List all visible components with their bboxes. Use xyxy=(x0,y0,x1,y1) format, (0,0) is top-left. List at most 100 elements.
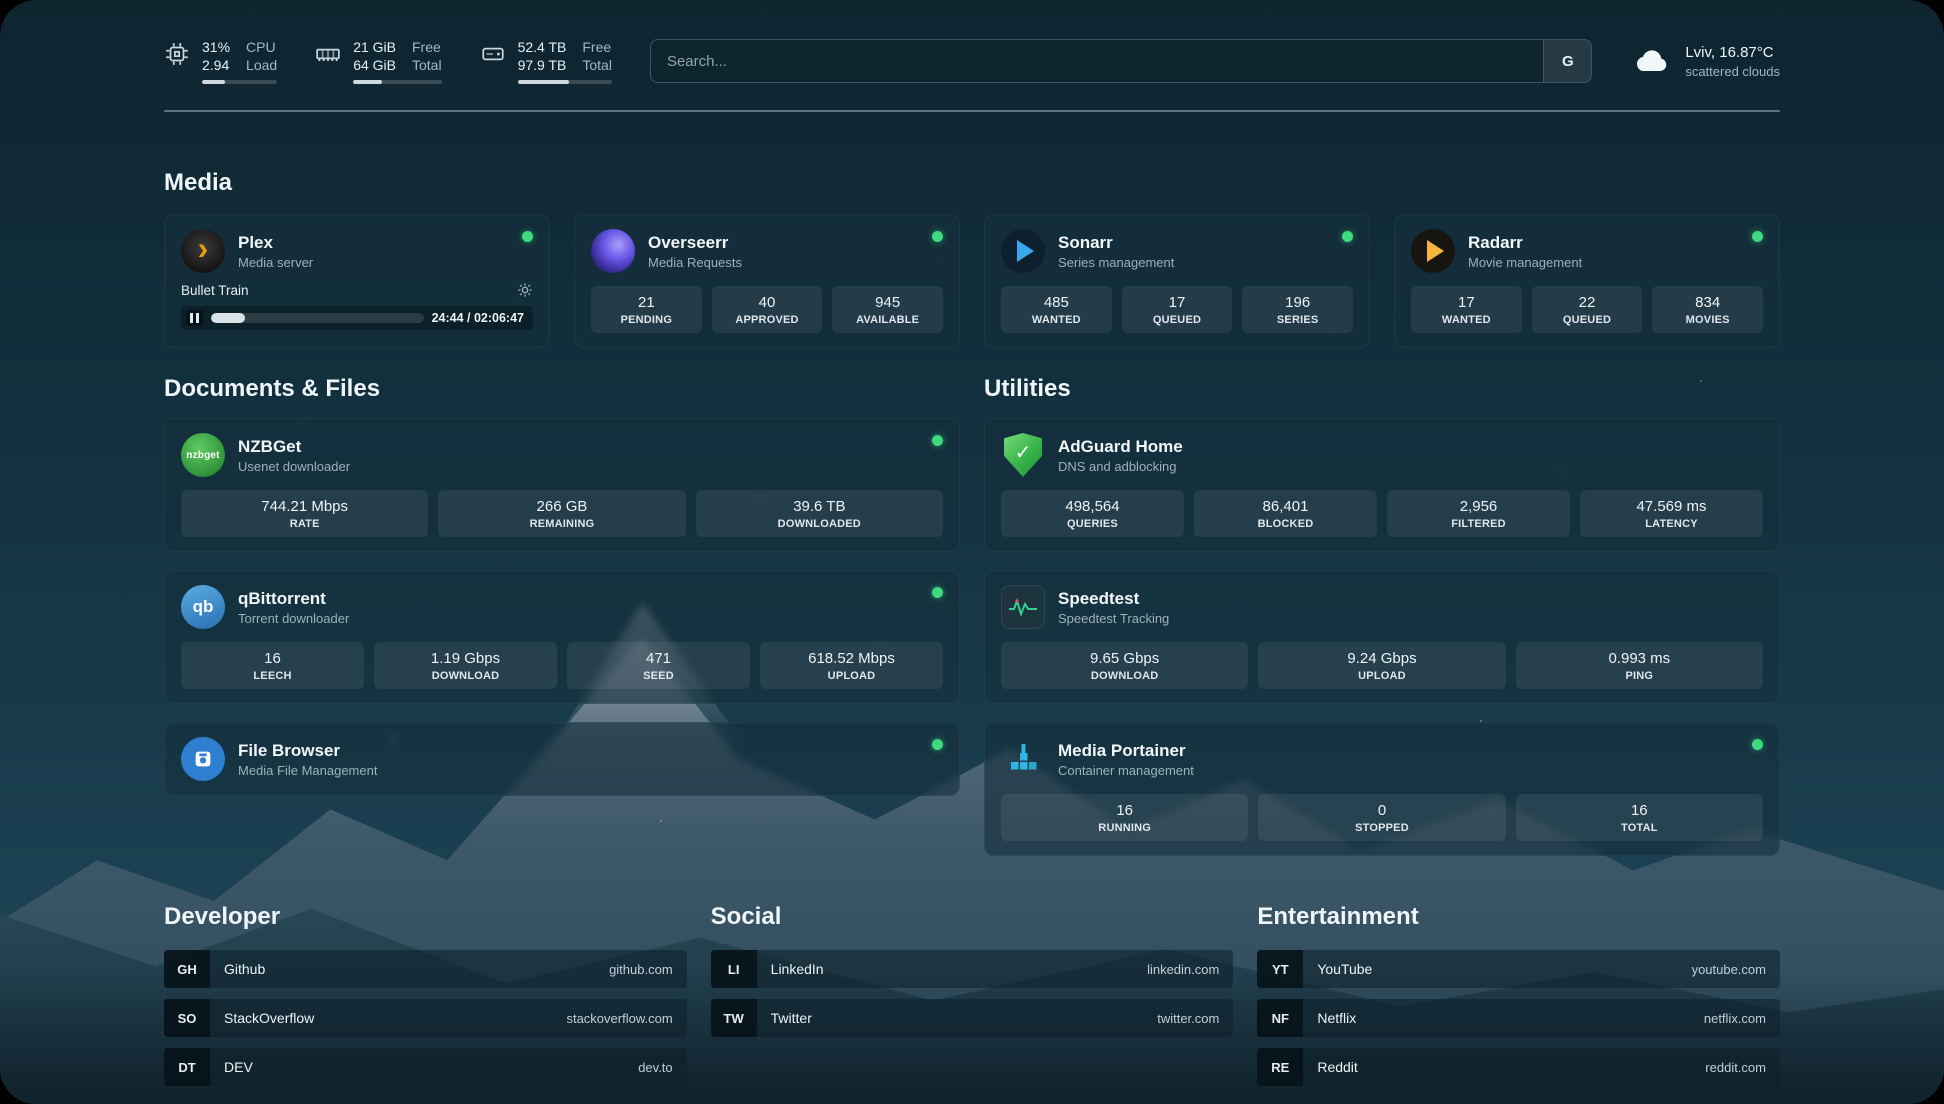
section-title-utilities: Utilities xyxy=(984,374,1780,404)
stat-approved: 40APPROVED xyxy=(712,286,823,333)
card-overseerr[interactable]: Overseerr Media Requests 21PENDING 40APP… xyxy=(574,214,960,348)
app-subtitle: Media File Management xyxy=(238,763,377,778)
card-speedtest[interactable]: Speedtest Speedtest Tracking 9.65 GbpsDO… xyxy=(984,570,1780,704)
bookmark-name: Github xyxy=(224,961,265,977)
status-dot xyxy=(1752,739,1763,750)
app-name: AdGuard Home xyxy=(1058,436,1183,457)
search-input[interactable] xyxy=(651,40,1543,82)
stat-running: 16RUNNING xyxy=(1001,794,1248,841)
cpu-label-1: CPU xyxy=(246,38,277,56)
bookmark-url: youtube.com xyxy=(1692,962,1766,977)
disk-label-free: Free xyxy=(582,38,612,56)
bookmark-url: reddit.com xyxy=(1705,1060,1766,1075)
playback-progress-bar[interactable] xyxy=(211,313,424,323)
cloud-icon xyxy=(1630,46,1672,76)
now-playing-title: Bullet Train xyxy=(181,283,249,298)
bookmark-url: linkedin.com xyxy=(1147,962,1219,977)
bookmark-group-entertainment: Entertainment YT YouTube youtube.com NF … xyxy=(1257,902,1780,1086)
app-subtitle: Media Requests xyxy=(648,255,742,270)
memory-free-value: 21 GiB xyxy=(353,38,396,56)
card-portainer[interactable]: Media Portainer Container management 16R… xyxy=(984,722,1780,856)
bookmark-name: Netflix xyxy=(1317,1010,1356,1026)
bookmark-github[interactable]: GH Github github.com xyxy=(164,950,687,988)
card-adguard[interactable]: AdGuard Home DNS and adblocking 498,564Q… xyxy=(984,418,1780,552)
gear-icon[interactable] xyxy=(517,282,533,298)
card-plex[interactable]: Plex Media server Bullet Train xyxy=(164,214,550,348)
stat-available: 945AVAILABLE xyxy=(832,286,943,333)
cpu-widget: 31% 2.94 CPU Load xyxy=(164,38,277,84)
bookmark-stackoverflow[interactable]: SO StackOverflow stackoverflow.com xyxy=(164,999,687,1037)
cpu-load-value: 2.94 xyxy=(202,56,230,74)
app-subtitle: Container management xyxy=(1058,763,1194,778)
app-subtitle: Speedtest Tracking xyxy=(1058,611,1169,626)
stat-movies: 834MOVIES xyxy=(1652,286,1763,333)
stat-seed: 471SEED xyxy=(567,642,750,689)
status-dot xyxy=(1342,231,1353,242)
bookmark-url: dev.to xyxy=(638,1060,672,1075)
bookmark-dev[interactable]: DT DEV dev.to xyxy=(164,1048,687,1086)
card-radarr[interactable]: Radarr Movie management 17WANTED 22QUEUE… xyxy=(1394,214,1780,348)
stat-wanted: 17WANTED xyxy=(1411,286,1522,333)
bookmark-url: github.com xyxy=(609,962,673,977)
bookmark-netflix[interactable]: NF Netflix netflix.com xyxy=(1257,999,1780,1037)
bookmark-abbr: RE xyxy=(1257,1048,1303,1086)
app-name: Overseerr xyxy=(648,232,742,253)
card-qbittorrent[interactable]: qb qBittorrent Torrent downloader 16LEEC… xyxy=(164,570,960,704)
search-bar: G xyxy=(650,39,1592,83)
bookmark-abbr: SO xyxy=(164,999,210,1037)
portainer-icon xyxy=(1001,737,1045,781)
stat-stopped: 0STOPPED xyxy=(1258,794,1505,841)
status-dot xyxy=(932,739,943,750)
bookmark-linkedin[interactable]: LI LinkedIn linkedin.com xyxy=(711,950,1234,988)
memory-label-free: Free xyxy=(412,38,442,56)
app-name: File Browser xyxy=(238,740,377,761)
filebrowser-icon xyxy=(181,737,225,781)
stat-filtered: 2,956FILTERED xyxy=(1387,490,1570,537)
stat-queued: 22QUEUED xyxy=(1532,286,1643,333)
radarr-icon xyxy=(1411,229,1455,273)
section-title-media: Media xyxy=(164,168,1780,198)
stat-rate: 744.21 MbpsRATE xyxy=(181,490,428,537)
app-subtitle: Usenet downloader xyxy=(238,459,350,474)
stat-upload: 9.24 GbpsUPLOAD xyxy=(1258,642,1505,689)
bookmark-twitter[interactable]: TW Twitter twitter.com xyxy=(711,999,1234,1037)
app-name: Speedtest xyxy=(1058,588,1169,609)
app-subtitle: DNS and adblocking xyxy=(1058,459,1183,474)
card-filebrowser[interactable]: File Browser Media File Management xyxy=(164,722,960,796)
section-title-developer: Developer xyxy=(164,902,687,932)
app-name: qBittorrent xyxy=(238,588,349,609)
disk-free-value: 52.4 TB xyxy=(518,38,567,56)
stat-queued: 17QUEUED xyxy=(1122,286,1233,333)
plex-player: 24:44 / 02:06:47 xyxy=(181,306,533,330)
weather-location: Lviv, 16.87°C xyxy=(1685,43,1780,63)
bookmark-abbr: NF xyxy=(1257,999,1303,1037)
cpu-label-2: Load xyxy=(246,56,277,74)
bookmark-abbr: TW xyxy=(711,999,757,1037)
stat-ping: 0.993 msPING xyxy=(1516,642,1763,689)
bookmark-reddit[interactable]: RE Reddit reddit.com xyxy=(1257,1048,1780,1086)
dashboard-background: 31% 2.94 CPU Load xyxy=(0,0,1944,1104)
status-dot xyxy=(932,231,943,242)
bookmark-youtube[interactable]: YT YouTube youtube.com xyxy=(1257,950,1780,988)
pause-button[interactable] xyxy=(186,310,203,326)
app-subtitle: Torrent downloader xyxy=(238,611,349,626)
search-provider-button[interactable]: G xyxy=(1543,40,1591,82)
status-dot xyxy=(932,587,943,598)
app-subtitle: Movie management xyxy=(1468,255,1582,270)
disk-label-total: Total xyxy=(582,56,612,74)
cpu-icon xyxy=(164,41,190,67)
top-bar: 31% 2.94 CPU Load xyxy=(164,34,1780,88)
header-divider xyxy=(164,110,1780,112)
stat-series: 196SERIES xyxy=(1242,286,1353,333)
card-nzbget[interactable]: nzbget NZBGet Usenet downloader 744.21 M… xyxy=(164,418,960,552)
bookmark-name: Reddit xyxy=(1317,1059,1357,1075)
section-utilities: Utilities AdGuard Home DNS and adblockin… xyxy=(984,374,1780,856)
bookmark-name: YouTube xyxy=(1317,961,1372,977)
status-dot xyxy=(932,435,943,446)
bookmark-abbr: GH xyxy=(164,950,210,988)
adguard-icon xyxy=(1001,433,1045,477)
bookmark-url: stackoverflow.com xyxy=(566,1011,672,1026)
bookmark-group-social: Social LI LinkedIn linkedin.com TW Twitt… xyxy=(711,902,1234,1086)
disk-icon xyxy=(480,41,506,67)
card-sonarr[interactable]: Sonarr Series management 485WANTED 17QUE… xyxy=(984,214,1370,348)
